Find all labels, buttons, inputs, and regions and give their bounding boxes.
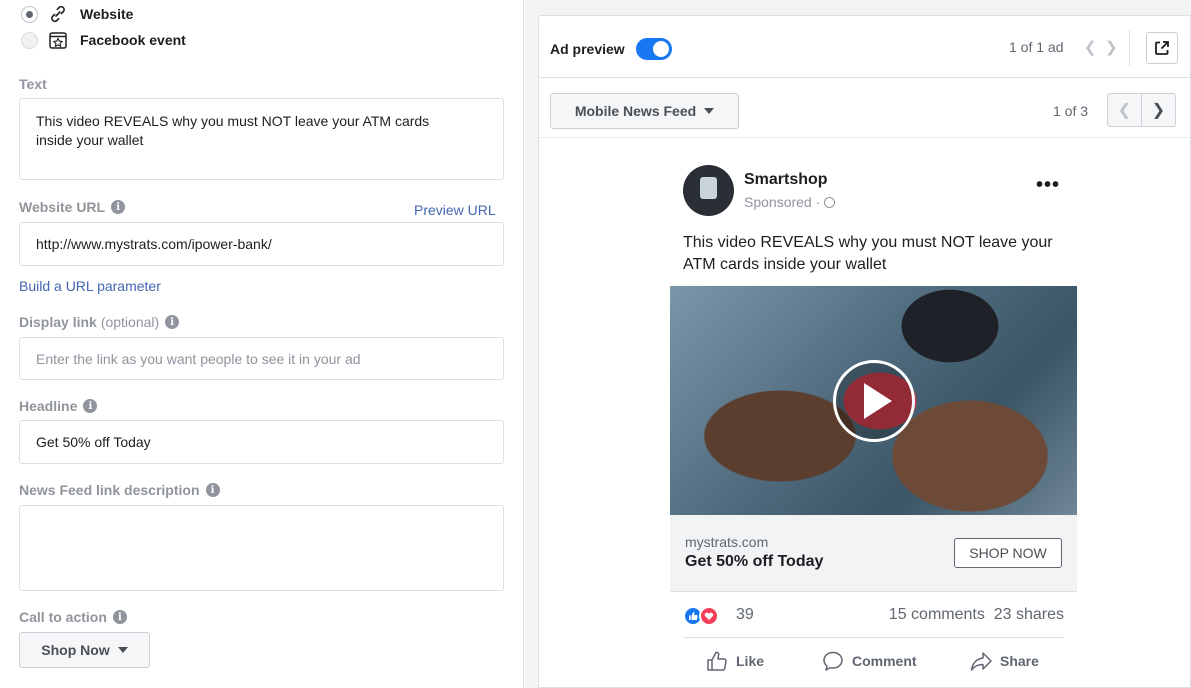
page-name[interactable]: Smartshop — [744, 171, 828, 189]
ad-creative-form: Website Facebook event Text This video R… — [0, 0, 524, 688]
play-icon[interactable] — [833, 360, 915, 442]
headline-label: Headline i — [19, 398, 98, 414]
call-to-action-dropdown[interactable]: Shop Now — [19, 632, 150, 668]
placement-bar: Mobile News Feed 1 of 3 ❮ ❯ — [539, 78, 1190, 138]
website-radio[interactable] — [21, 5, 38, 23]
comments-count[interactable]: 15 comments — [889, 606, 985, 623]
reaction-icons[interactable] — [683, 606, 719, 626]
open-external-button[interactable] — [1146, 32, 1178, 64]
display-link-input[interactable]: Enter the link as you want people to see… — [19, 337, 504, 380]
news-feed-description-label: News Feed link description i — [19, 482, 220, 498]
thumbs-up-icon — [707, 651, 727, 671]
comments-shares: 15 comments 23 shares — [889, 606, 1064, 624]
page-avatar[interactable] — [683, 165, 734, 216]
display-link-placeholder: Enter the link as you want people to see… — [36, 350, 361, 367]
sponsored-label: Sponsored · — [744, 194, 836, 210]
facebook-event-option-label: Facebook event — [80, 32, 186, 48]
placement-dropdown[interactable]: Mobile News Feed — [550, 93, 739, 129]
shop-now-button[interactable]: SHOP NOW — [954, 538, 1062, 568]
chevron-left-icon: ❮ — [1117, 102, 1132, 119]
info-icon[interactable]: i — [111, 200, 126, 214]
link-headline: Get 50% off Today — [685, 553, 824, 570]
love-reaction-icon — [699, 606, 719, 626]
share-button[interactable]: Share — [970, 650, 1039, 672]
ad-preview-header: Ad preview 1 of 1 ad ❮ ❯ — [539, 16, 1190, 78]
info-icon[interactable]: i — [205, 483, 220, 497]
placement-value: Mobile News Feed — [574, 103, 697, 119]
chevron-right-icon[interactable]: ❯ — [1105, 38, 1118, 56]
ad-preview-toggle[interactable] — [635, 38, 672, 60]
external-link-icon — [1155, 41, 1169, 55]
website-url-value: http://www.mystrats.com/ipower-bank/ — [36, 236, 272, 252]
headline-value: Get 50% off Today — [36, 434, 151, 450]
header-divider — [1129, 30, 1130, 66]
share-icon — [970, 652, 992, 671]
news-feed-description-input[interactable] — [19, 505, 504, 591]
optional-tag: (optional) — [100, 314, 160, 330]
placement-count: 1 of 3 — [1053, 103, 1089, 119]
caret-down-icon — [704, 108, 715, 114]
like-button[interactable]: Like — [706, 650, 764, 672]
post-text: This video REVEALS why you must NOT leav… — [683, 234, 1053, 273]
info-icon[interactable]: i — [165, 315, 180, 329]
website-option-label: Website — [80, 6, 134, 22]
ad-count: 1 of 1 ad — [1009, 39, 1064, 55]
destination-event-option[interactable]: Facebook event — [21, 30, 186, 50]
previous-placement-button[interactable]: ❮ — [1107, 93, 1142, 127]
call-to-action-label: Call to action i — [19, 609, 127, 625]
reaction-count[interactable]: 39 — [736, 606, 754, 624]
share-label: Share — [1000, 653, 1039, 669]
facebook-event-radio[interactable] — [21, 31, 38, 49]
headline-input[interactable]: Get 50% off Today — [19, 420, 504, 464]
next-placement-button[interactable]: ❯ — [1141, 93, 1176, 127]
comment-button[interactable]: Comment — [822, 650, 917, 672]
preview-url-link[interactable]: Preview URL — [414, 202, 496, 218]
primary-text-input[interactable]: This video REVEALS why you must NOT leav… — [19, 98, 504, 180]
reactions-bar: 39 15 comments 23 shares — [683, 602, 1064, 638]
caret-down-icon — [117, 647, 128, 653]
ad-preview-title: Ad preview — [550, 38, 672, 60]
website-url-input[interactable]: http://www.mystrats.com/ipower-bank/ — [19, 222, 504, 266]
link-preview-bar[interactable]: mystrats.com Get 50% off Today SHOP NOW — [670, 515, 1077, 592]
info-icon[interactable]: i — [83, 399, 98, 413]
cta-value: Shop Now — [41, 642, 110, 658]
shares-count[interactable]: 23 shares — [994, 606, 1064, 623]
website-url-label: Website URL i — [19, 199, 126, 215]
destination-website-option[interactable]: Website — [21, 4, 133, 24]
chevron-right-icon: ❯ — [1151, 102, 1166, 119]
more-options-icon[interactable]: ••• — [1036, 174, 1060, 197]
link-icon — [48, 4, 68, 24]
comment-icon — [823, 651, 843, 671]
text-label: Text — [19, 76, 47, 92]
primary-text-value: This video REVEALS why you must NOT leav… — [36, 113, 430, 148]
comment-label: Comment — [852, 653, 917, 669]
like-label: Like — [736, 653, 765, 669]
build-url-parameter-link[interactable]: Build a URL parameter — [19, 278, 161, 294]
display-link-label: Display link (optional) i — [19, 314, 180, 330]
event-star-icon — [48, 30, 68, 50]
info-icon[interactable]: i — [112, 610, 127, 624]
post-actions: Like Comment Share — [670, 640, 1077, 688]
link-domain: mystrats.com — [685, 534, 769, 550]
chevron-left-icon[interactable]: ❮ — [1084, 38, 1097, 56]
globe-icon — [824, 196, 836, 208]
